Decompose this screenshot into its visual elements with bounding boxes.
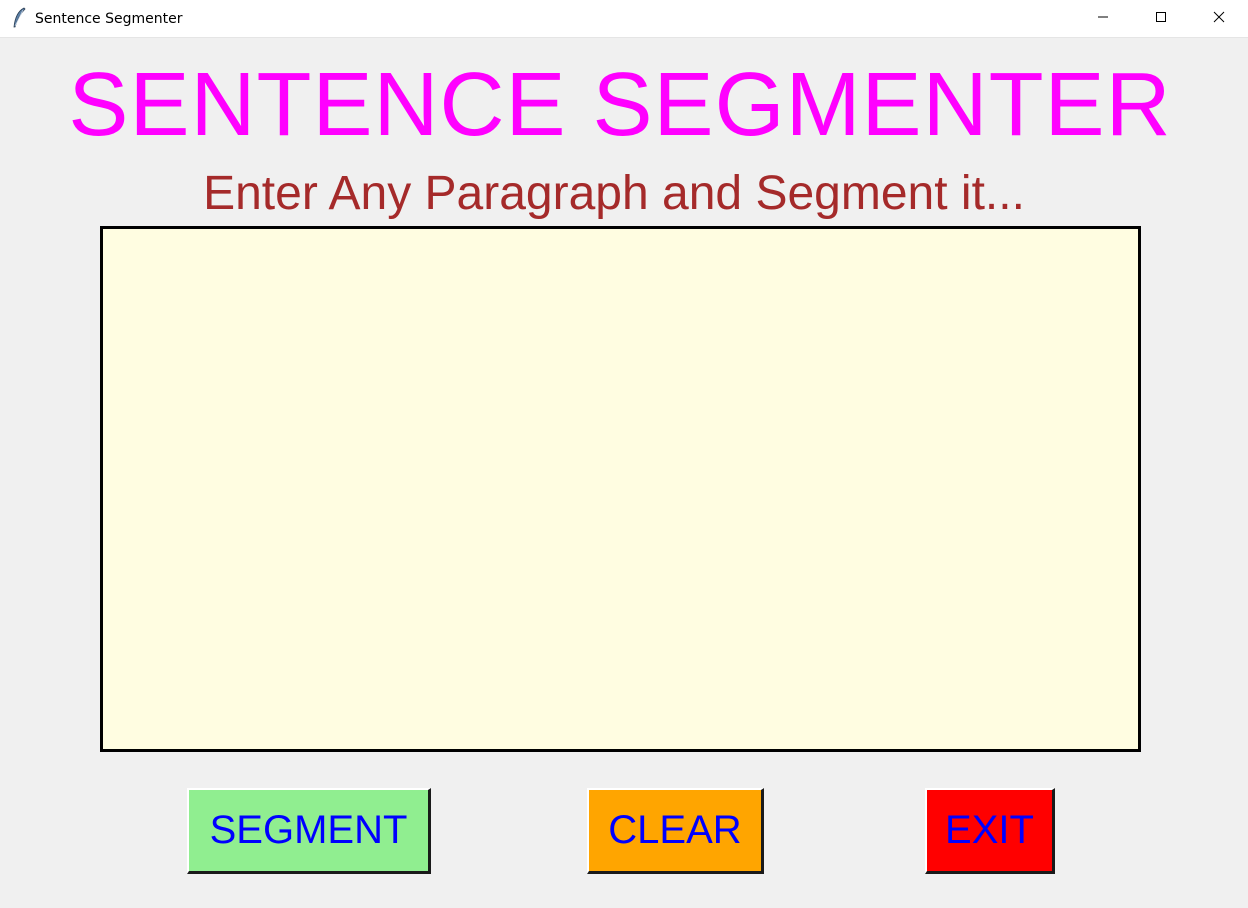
title-bar[interactable]: Sentence Segmenter xyxy=(0,0,1248,38)
window-title: Sentence Segmenter xyxy=(35,11,183,27)
close-icon xyxy=(1213,10,1225,28)
clear-button[interactable]: CLEAR xyxy=(587,788,764,874)
minimize-icon xyxy=(1097,10,1109,28)
maximize-icon xyxy=(1155,10,1167,28)
maximize-button[interactable] xyxy=(1132,0,1190,38)
page-title: SENTENCE SEGMENTER xyxy=(68,55,1172,155)
close-button[interactable] xyxy=(1190,0,1248,38)
minimize-button[interactable] xyxy=(1074,0,1132,38)
paragraph-input[interactable] xyxy=(100,226,1141,752)
feather-icon xyxy=(12,7,26,29)
app-window: Sentence Segmenter SENTENCE SEGMENTER En… xyxy=(0,0,1248,908)
page-subtitle: Enter Any Paragraph and Segment it... xyxy=(203,167,1025,220)
segment-button[interactable]: SEGMENT xyxy=(187,788,431,874)
exit-button[interactable]: EXIT xyxy=(925,788,1055,874)
